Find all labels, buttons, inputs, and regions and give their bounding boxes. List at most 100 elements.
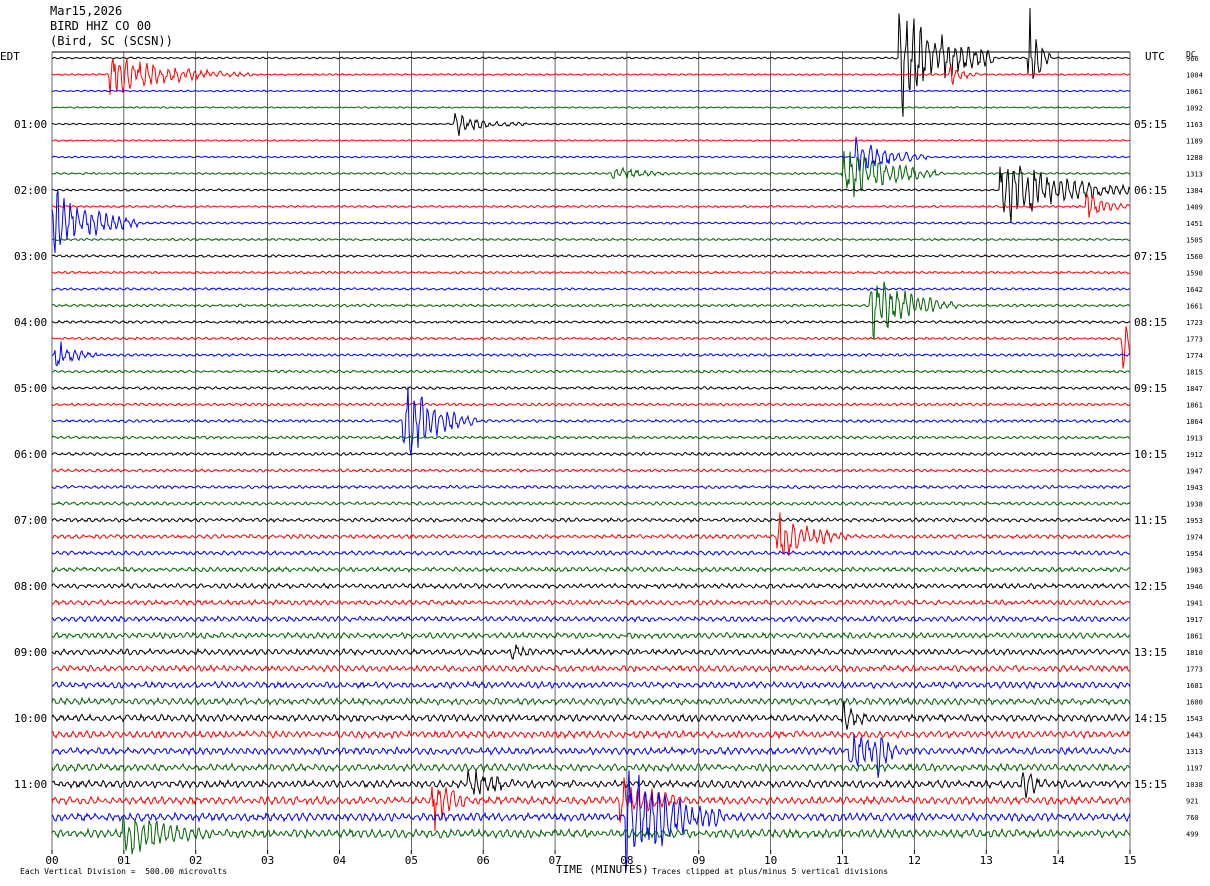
edt-hour-label: 11:00	[14, 778, 47, 791]
x-tick-label: 14	[1052, 854, 1066, 867]
seismic-traces	[51, 7, 1131, 872]
x-tick-label: 13	[980, 854, 993, 867]
trace-line	[51, 733, 1131, 778]
x-tick-label: 03	[261, 854, 274, 867]
dc-offset-label: 1313	[1186, 171, 1203, 179]
dc-offset-label: 1061	[1186, 88, 1203, 96]
x-tick-label: 06	[477, 854, 490, 867]
trace-line	[51, 769, 1131, 799]
helicorder-plot: 01:00 02:00 03:00 04:00 05:00 06:00 07:00 08:00…	[14, 7, 1203, 872]
trace-line	[52, 385, 1131, 391]
x-tick-label: 09	[692, 854, 705, 867]
trace-line	[51, 113, 1131, 136]
dc-offset-label: 1409	[1186, 204, 1203, 212]
trace-line	[51, 165, 1131, 223]
trace-line	[51, 468, 1131, 473]
dc-offset-label: 1163	[1186, 121, 1203, 129]
edt-hour-label: 06:00	[14, 448, 47, 461]
trace-line	[51, 58, 1131, 95]
dc-offset-label: 1947	[1186, 468, 1203, 476]
utc-hour-label: 10:15	[1134, 448, 1167, 461]
trace-line	[51, 680, 1131, 690]
dc-offset-labels: 9661004106110921163118912881313138414091…	[1186, 55, 1203, 839]
dc-offset-label: 1953	[1186, 517, 1203, 525]
trace-line	[51, 402, 1131, 407]
dc-offset-label: 1861	[1186, 633, 1203, 641]
trace-line	[51, 369, 1131, 374]
edt-hour-label: 01:00	[14, 118, 47, 131]
trace-line	[51, 729, 1131, 740]
dc-offset-label: 1773	[1186, 336, 1203, 344]
dc-offset-label: 1864	[1186, 418, 1203, 426]
dc-offset-label: 1810	[1186, 649, 1203, 657]
dc-offset-label: 499	[1186, 831, 1199, 839]
dc-offset-label: 1917	[1186, 616, 1203, 624]
edt-axis-label: EDT	[0, 50, 20, 63]
clip-note: Traces clipped at plus/minus 5 vertical …	[652, 867, 889, 876]
dc-axis-label: DC	[1186, 50, 1196, 59]
trace-line	[51, 89, 1131, 93]
dc-offset-label: 1913	[1186, 435, 1203, 443]
edt-hour-label: 08:00	[14, 580, 47, 593]
edt-hour-label: 10:00	[14, 712, 47, 725]
trace-line	[51, 696, 1131, 707]
dc-offset-label: 1313	[1186, 748, 1203, 756]
trace-line	[51, 237, 1131, 242]
dc-offset-label: 1443	[1186, 732, 1203, 740]
dc-offset-label: 1983	[1186, 567, 1203, 575]
x-tick-label: 04	[333, 854, 347, 867]
trace-line	[51, 664, 1131, 673]
dc-offset-label: 1861	[1186, 402, 1203, 410]
dc-offset-label: 1197	[1186, 765, 1203, 773]
station-label: BIRD HHZ CO 00	[50, 19, 152, 33]
dc-offset-label: 1723	[1186, 319, 1203, 327]
dc-offset-label: 1189	[1186, 138, 1203, 146]
utc-hour-label: 06:15	[1134, 184, 1167, 197]
trace-line	[51, 270, 1130, 275]
trace-line	[51, 816, 1131, 855]
x-axis-label: TIME (MINUTES)	[556, 863, 649, 876]
trace-line	[51, 435, 1131, 440]
trace-line	[51, 281, 1131, 339]
edt-hour-label: 02:00	[14, 184, 47, 197]
dc-offset-label: 921	[1186, 798, 1199, 806]
utc-hour-labels: 05:15 06:15 07:15 08:15 09:15 10:15 11:15 12:15…	[1134, 118, 1167, 791]
trace-line	[51, 631, 1131, 640]
dc-offset-label: 1946	[1186, 583, 1203, 591]
trace-line	[51, 598, 1131, 607]
utc-hour-label: 09:15	[1134, 382, 1167, 395]
trace-line	[51, 517, 1131, 523]
dc-offset-label: 760	[1186, 814, 1199, 822]
scale-note: Each Vertical Division = 500.00 microvol…	[20, 867, 228, 876]
x-tick-label: 02	[189, 854, 202, 867]
trace-line	[51, 582, 1131, 590]
dc-offset-label: 1590	[1186, 270, 1203, 278]
edt-hour-label: 07:00	[14, 514, 47, 527]
trace-line	[51, 700, 1131, 730]
utc-hour-label: 07:15	[1134, 250, 1167, 263]
x-tick-label: 01	[117, 854, 130, 867]
trace-line	[51, 500, 1131, 506]
dc-offset-label: 1681	[1186, 682, 1203, 690]
dc-offset-label: 1773	[1186, 666, 1203, 674]
utc-hour-label: 14:15	[1134, 712, 1167, 725]
edt-hour-label: 05:00	[14, 382, 47, 395]
utc-hour-label: 15:15	[1134, 778, 1167, 791]
trace-line	[51, 326, 1131, 369]
dc-offset-label: 1815	[1186, 369, 1203, 377]
trace-line	[51, 549, 1131, 556]
dc-offset-label: 1954	[1186, 550, 1203, 558]
dc-offset-label: 1642	[1186, 286, 1203, 294]
trace-line	[51, 762, 1131, 773]
utc-hour-label: 12:15	[1134, 580, 1167, 593]
date-label: Mar15,2026	[50, 4, 123, 18]
trace-line	[51, 254, 1131, 258]
dc-offset-label: 1941	[1186, 600, 1203, 608]
trace-line	[51, 7, 1130, 117]
trace-line	[51, 190, 1131, 254]
trace-line	[51, 451, 1131, 457]
utc-hour-label: 08:15	[1134, 316, 1167, 329]
x-tick-label: 05	[405, 854, 418, 867]
trace-line	[51, 484, 1131, 490]
trace-line	[51, 565, 1131, 573]
